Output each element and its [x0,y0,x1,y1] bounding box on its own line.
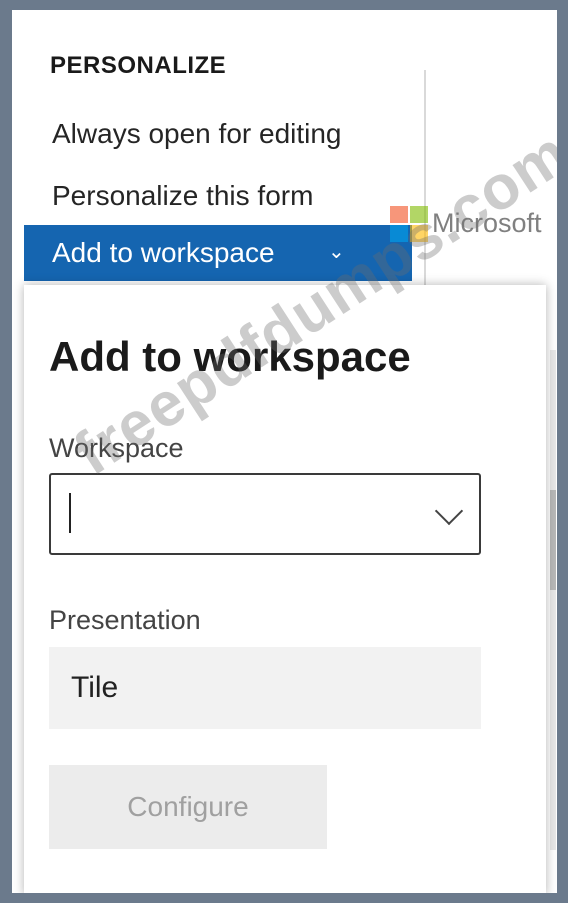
scrollbar-thumb[interactable] [550,490,556,590]
presentation-field: Tile [49,647,481,729]
add-to-workspace-panel: Add to workspace Workspace Presentation … [24,285,546,893]
configure-button[interactable]: Configure [49,765,327,849]
menu-item-personalize-form[interactable]: Personalize this form [52,180,313,212]
menu-item-label: Add to workspace [52,237,275,268]
section-header: PERSONALIZE [50,52,227,79]
text-caret [69,493,71,533]
scrollbar-track[interactable] [550,350,556,850]
chevron-down-icon[interactable] [434,496,464,526]
menu-item-always-open[interactable]: Always open for editing [52,118,342,150]
workspace-select[interactable] [49,473,481,555]
presentation-label: Presentation [49,605,201,635]
presentation-value: Tile [71,671,119,704]
app-frame: PERSONALIZE Always open for editing Pers… [12,10,557,893]
